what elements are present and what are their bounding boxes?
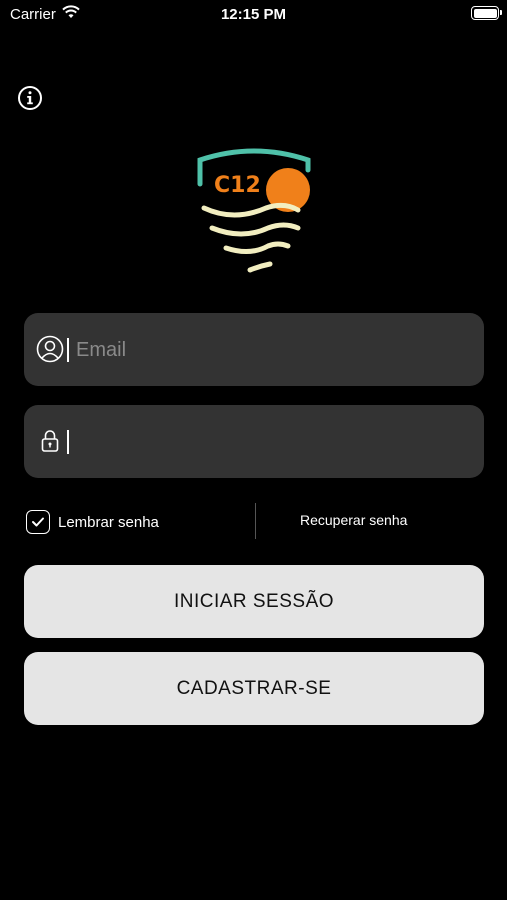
email-field-container[interactable] (24, 313, 484, 386)
lock-icon (41, 430, 59, 452)
checkmark-icon (32, 517, 44, 527)
text-cursor (67, 430, 69, 454)
logo-text: C12 (214, 173, 261, 198)
email-input[interactable] (74, 331, 478, 369)
app-logo: C12 (197, 148, 311, 273)
user-icon (36, 335, 64, 363)
remember-password-toggle[interactable]: Lembrar senha (26, 508, 159, 536)
text-cursor (67, 338, 69, 362)
status-bar: Carrier 12:15 PM (0, 0, 507, 30)
remember-label: Lembrar senha (58, 513, 159, 531)
signup-button[interactable]: CADASTRAR-SE (24, 652, 484, 725)
password-input[interactable] (74, 423, 478, 461)
info-icon[interactable] (17, 85, 43, 111)
clock-time: 12:15 PM (220, 6, 287, 23)
login-button[interactable]: INICIAR SESSÃO (24, 565, 484, 638)
battery-icon (471, 6, 502, 20)
remember-checkbox[interactable] (26, 510, 50, 534)
recover-password-link[interactable]: Recuperar senha (300, 512, 407, 528)
password-field-container[interactable] (24, 405, 484, 478)
divider (255, 503, 256, 539)
